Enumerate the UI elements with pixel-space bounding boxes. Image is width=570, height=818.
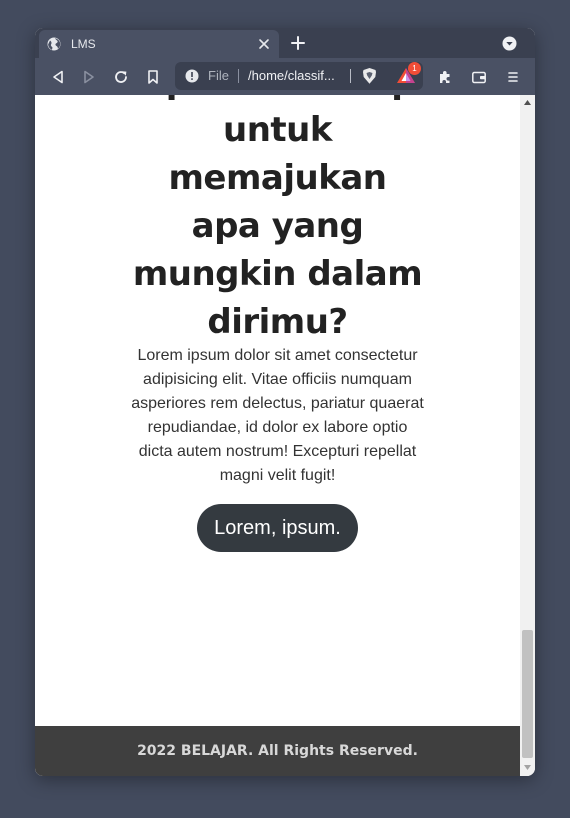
tab-list-dropdown-icon[interactable] <box>502 36 517 51</box>
url-separator <box>238 69 239 83</box>
url-separator <box>350 69 351 83</box>
tab-lms[interactable]: LMS <box>39 30 279 58</box>
vertical-scrollbar[interactable] <box>520 95 535 776</box>
url-scheme-label: File <box>208 68 229 83</box>
wallet-icon[interactable] <box>471 69 487 85</box>
tab-strip: LMS <box>35 28 535 58</box>
close-tab-icon[interactable] <box>257 37 271 51</box>
tab-title: LMS <box>71 37 96 51</box>
new-tab-icon[interactable] <box>290 35 306 51</box>
extensions-icon[interactable] <box>437 69 453 85</box>
cta-button[interactable]: Lorem, ipsum. <box>197 504 358 552</box>
reload-icon[interactable] <box>113 69 129 85</box>
back-icon[interactable] <box>50 69 66 85</box>
browser-toolbar: File /home/classif... 1 <box>35 58 535 95</box>
brave-shields-icon[interactable] <box>361 67 378 85</box>
site-info-icon[interactable] <box>185 69 199 83</box>
page-content: Apa kamu siap untuk memajukan apa yang m… <box>35 95 520 776</box>
menu-icon[interactable] <box>505 69 521 85</box>
scroll-up-arrow-icon[interactable] <box>524 100 531 105</box>
url-text[interactable]: /home/classif... <box>248 68 335 83</box>
scroll-down-arrow-icon[interactable] <box>524 765 531 770</box>
footer: 2022 BELAJAR. All Rights Reserved. <box>35 726 520 776</box>
bookmark-icon[interactable] <box>145 69 161 85</box>
forward-icon[interactable] <box>81 69 97 85</box>
rewards-badge: 1 <box>408 62 421 75</box>
scrollbar-thumb[interactable] <box>522 630 533 758</box>
globe-icon <box>47 37 61 51</box>
hero-paragraph: Lorem ipsum dolor sit amet consectetur a… <box>131 347 424 484</box>
browser-window: LMS File /home/classif... 1 untuk memaju… <box>35 28 535 776</box>
address-bar[interactable]: File /home/classif... <box>175 62 423 90</box>
hero-headline: Apa kamu siap untuk memajukan apa yang m… <box>132 95 423 342</box>
